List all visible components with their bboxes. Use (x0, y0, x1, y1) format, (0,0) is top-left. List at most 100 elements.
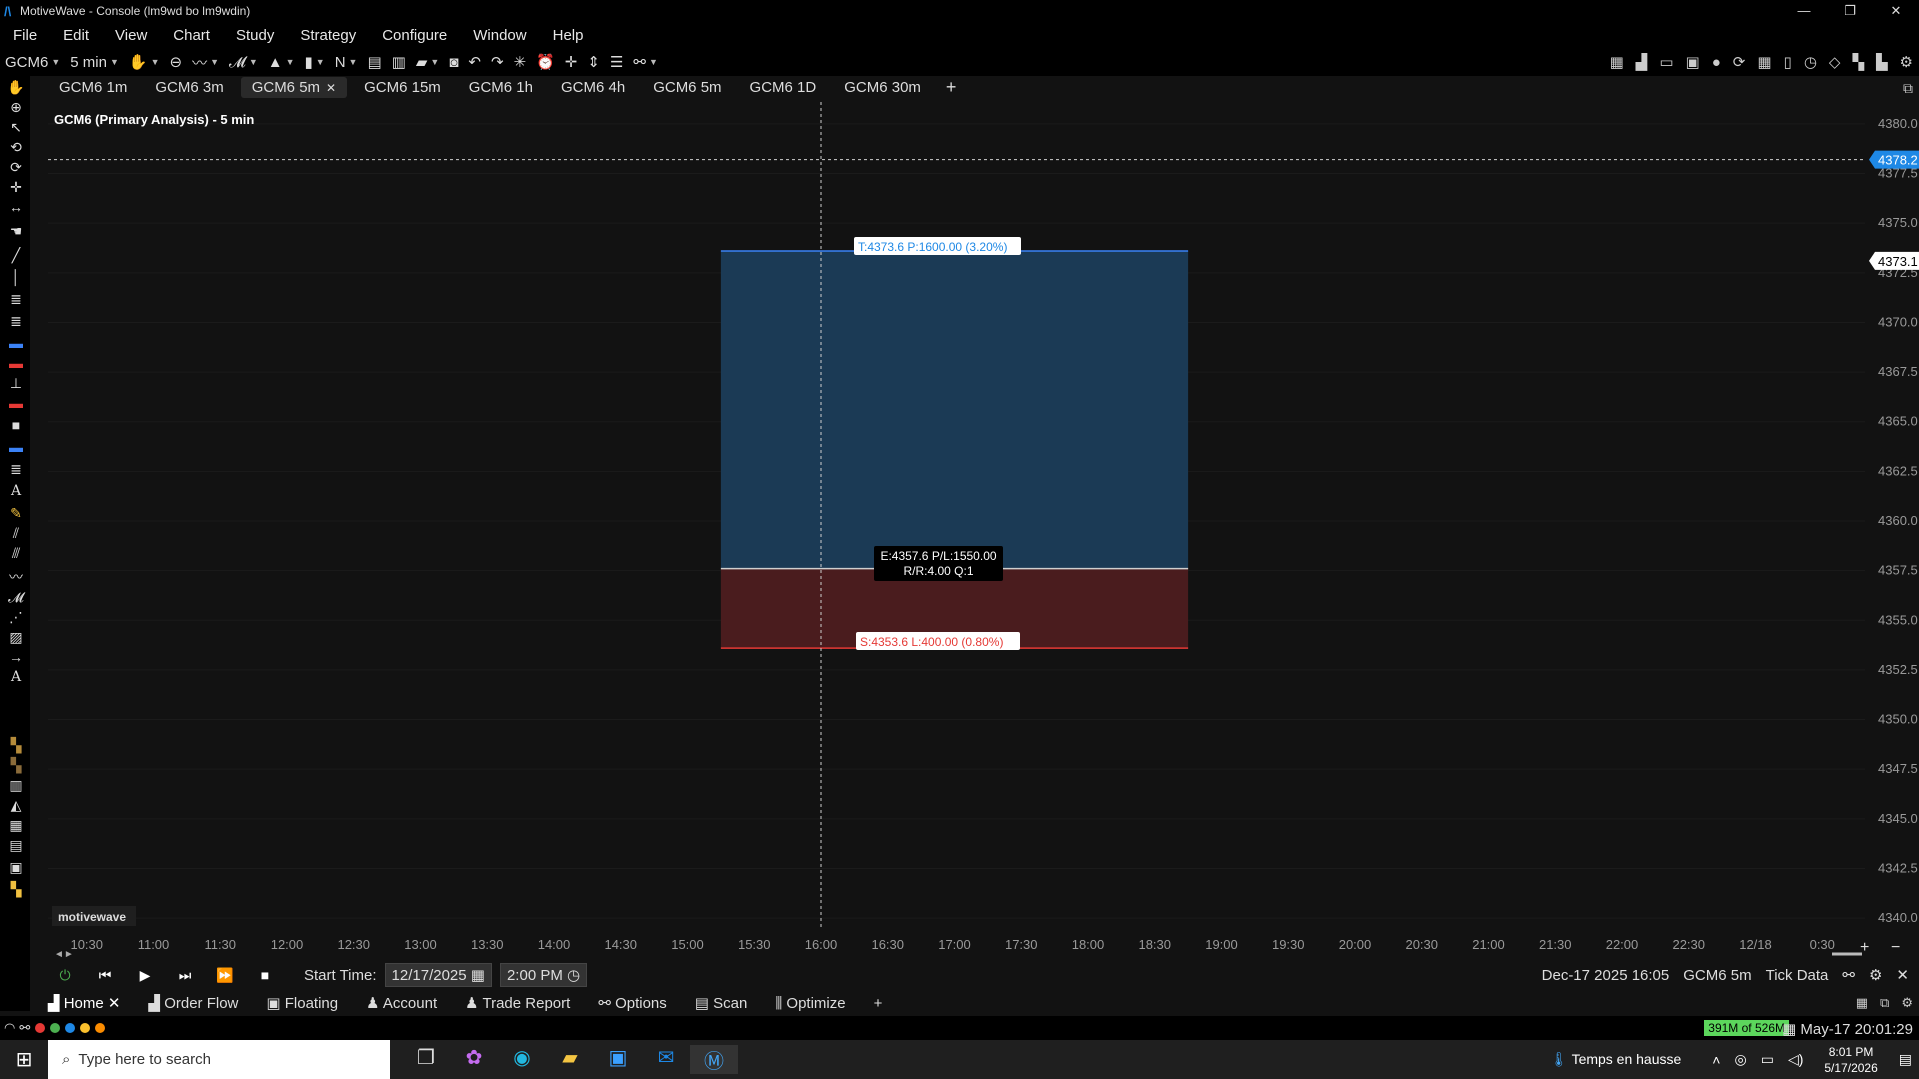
workspace-tabs: ▟ Home ✕ ▟ Order Flow ▣ Floating ♟ Accou… (48, 990, 1919, 1016)
power-icon[interactable]: ⏻ (48, 964, 82, 986)
edge-browser-icon[interactable]: ◉ (498, 1045, 546, 1074)
time-axis[interactable]: 10:30 11:00 11:30 12:00 12:30 13:00 13:30 14:00… (70, 937, 1834, 952)
copy-icon[interactable]: ⧉ (1880, 995, 1889, 1011)
y-tick-label: 4362.5 (1878, 463, 1918, 478)
account-icon: ♟ (366, 995, 380, 1012)
cursor-price-badge: 4373.1 (1869, 251, 1919, 270)
x-tick-label: 18:00 (1072, 937, 1105, 952)
tab-floating[interactable]: ▣ Floating (266, 994, 338, 1012)
memory-usage[interactable]: 391M of 526M (1704, 1020, 1789, 1036)
taskbar-date: 5/17/2026 (1824, 1060, 1878, 1075)
start-date-value: 12/17/2025 (391, 967, 467, 984)
close-replay-icon[interactable]: ✕ (1896, 966, 1909, 984)
optimize-icon: ⫼ (775, 994, 783, 1012)
y-tick-label: 4340.0 (1878, 910, 1918, 925)
taskbar-search[interactable]: ⌕ Type here to search (48, 1040, 390, 1079)
tab-trade-report-label: Trade Report (482, 995, 571, 1012)
price-chart[interactable]: T:4373.6 P:1600.00 (3.20%) E:4357.6 P/L:… (0, 0, 1919, 1079)
taskbar-search-placeholder: Type here to search (78, 1051, 211, 1068)
x-tick-label: 15:00 (671, 937, 704, 952)
play-icon[interactable]: ▶ (128, 964, 162, 986)
link-chain-icon[interactable]: ⚯ (1842, 966, 1855, 984)
close-icon[interactable]: ✕ (108, 995, 121, 1012)
tab-account[interactable]: ♟ Account (366, 994, 437, 1012)
calendar-icon: ▦ (1782, 1021, 1797, 1038)
x-tick-label: 21:00 (1472, 937, 1505, 952)
y-tick-label: 4350.0 (1878, 712, 1918, 727)
green-status-dot (50, 1023, 61, 1033)
windows-start-icon[interactable]: ⊞ (0, 1047, 48, 1072)
x-tick-label: 19:30 (1272, 937, 1305, 952)
system-tray: 🌡 Temps en hausse ˄ ◎ ▭ ◁) 8:01 PM 5/17/… (1550, 1040, 1919, 1079)
file-explorer-icon[interactable]: ▰ (546, 1045, 594, 1074)
search-icon: ⌕ (62, 1051, 71, 1068)
x-tick-label: 12/18 (1739, 937, 1772, 952)
gear-icon[interactable]: ⚙ (1901, 995, 1913, 1011)
y-tick-label: 4375.0 (1878, 215, 1918, 230)
tray-chevron-up-icon[interactable]: ˄ (1712, 1052, 1720, 1068)
motivewave-taskbar-icon[interactable]: Ⓜ (690, 1045, 738, 1074)
x-tick-label: 22:00 (1606, 937, 1639, 952)
tab-order-flow-label: Order Flow (164, 995, 239, 1012)
y-tick-label: 4345.0 (1878, 811, 1918, 826)
y-tick-label: 4380.0 (1878, 116, 1918, 131)
start-clock-field[interactable]: 2:00 PM ◷ (499, 963, 588, 987)
status-clock: ▦ May-17 20:01:29 (1782, 1020, 1913, 1038)
tab-scan[interactable]: ▤ Scan (695, 994, 748, 1012)
volume-tray-icon[interactable]: ◁) (1788, 1051, 1803, 1068)
tab-optimize[interactable]: ⫼ Optimize (775, 995, 845, 1012)
notifications-icon[interactable]: ▤ (1899, 1051, 1912, 1068)
tab-account-label: Account (382, 995, 438, 1012)
profit-zone[interactable] (720, 250, 1189, 569)
tab-options[interactable]: ⚯ Options (598, 994, 666, 1012)
settings-gear-icon[interactable]: ⚙ (1869, 966, 1882, 984)
tab-home[interactable]: ▟ Home ✕ (48, 994, 120, 1012)
clock-small-icon[interactable]: ◷ (567, 967, 580, 984)
y-tick-label: 4352.5 (1878, 662, 1918, 677)
meet-icon[interactable]: ◎ (1734, 1051, 1746, 1068)
copilot-icon[interactable]: ✿ (450, 1045, 498, 1074)
x-tick-label: 16:00 (805, 937, 838, 952)
x-tick-label: 20:00 (1339, 937, 1372, 952)
x-tick-label: 20:30 (1405, 937, 1438, 952)
taskbar-datetime[interactable]: 8:01 PM 5/17/2026 (1824, 1044, 1877, 1076)
start-date-field[interactable]: 12/17/2025 ▦ (384, 963, 492, 987)
task-view-icon[interactable]: ❐ (402, 1045, 450, 1074)
red-status-dot (35, 1023, 46, 1033)
chart-icon: ▟ (148, 995, 161, 1012)
x-tick-label: 21:30 (1539, 937, 1572, 952)
tab-floating-label: Floating (284, 995, 339, 1012)
y-tick-label: 4357.5 (1878, 563, 1918, 578)
network-icon[interactable]: ▭ (1761, 1051, 1774, 1068)
floating-icon: ▣ (266, 995, 281, 1012)
calendar-icon[interactable]: ▦ (471, 967, 485, 984)
start-clock-value: 2:00 PM (506, 967, 563, 984)
playback-bar: ⏻ ⏮ ▶ ⏭ ⏩ ■ Start Time: 12/17/2025 ▦ 2:0… (48, 962, 1919, 988)
thermometer-icon: 🌡 (1550, 1051, 1568, 1067)
table-view-icon[interactable]: ▦ (1856, 995, 1868, 1011)
rewind-icon[interactable]: ⏮ (88, 964, 122, 986)
windows-taskbar: ⊞ ⌕ Type here to search ❐ ✿ ◉ ▰ ▣ ✉ Ⓜ 🌡 … (0, 1040, 1919, 1079)
entry-label-line1: E:4357.6 P/L:1550.00 (880, 549, 996, 563)
start-time-label: Start Time: (304, 966, 377, 984)
y-tick-label: 4347.5 (1878, 761, 1918, 776)
x-tick-label: 16:30 (871, 937, 904, 952)
target-label-box[interactable]: T:4373.6 P:1600.00 (3.20%) (854, 237, 1021, 255)
zoom-out-axis-icon[interactable]: − (1891, 939, 1900, 956)
add-workspace-button[interactable]: + (874, 995, 883, 1012)
price-axis[interactable]: 4380.04377.54375.04372.54370.04367.54365… (1865, 98, 1919, 944)
x-tick-label: 17:00 (938, 937, 971, 952)
store-icon[interactable]: ▣ (594, 1045, 642, 1074)
chart-title: GCM6 (Primary Analysis) - 5 min (54, 112, 254, 127)
tab-order-flow[interactable]: ▟ Order Flow (148, 994, 238, 1012)
step-icon[interactable]: ⏭ (168, 964, 202, 986)
y-tick-label: 4342.5 (1878, 860, 1918, 875)
outlook-icon[interactable]: ✉ (642, 1045, 690, 1074)
stop-label-box[interactable]: S:4353.6 L:400.00 (0.80%) (856, 632, 1020, 650)
weather-widget[interactable]: 🌡 Temps en hausse (1550, 1051, 1681, 1068)
scroll-arrows-icon[interactable]: ◄► (54, 949, 74, 960)
tab-trade-report[interactable]: ♟ Trade Report (465, 994, 570, 1012)
stop-icon[interactable]: ■ (248, 964, 282, 986)
fast-forward-icon[interactable]: ⏩ (208, 964, 242, 986)
entry-label-box[interactable]: E:4357.6 P/L:1550.00 R/R:4.00 Q:1 (874, 546, 1003, 581)
